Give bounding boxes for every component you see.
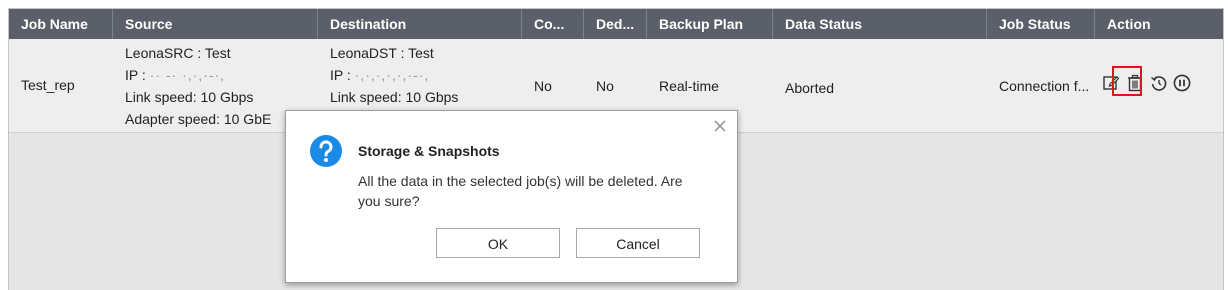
source-ip-value: ·· -· ·,·,·-·, — [149, 67, 226, 83]
cell-data-status: Aborted — [785, 80, 835, 96]
source-ip: IP : ·· -· ·,·,·-·, — [125, 64, 271, 86]
destination-ip-value: ·,·,·,·,·,·-·, — [354, 67, 430, 83]
dialog-message: All the data in the selected job(s) will… — [358, 173, 683, 209]
pause-icon[interactable] — [1173, 74, 1191, 92]
cell-destination: LeonaDST : Test IP : ·,·,·,·,·,·-·, Link… — [330, 42, 458, 108]
header-compression[interactable]: Co... — [522, 9, 584, 39]
cell-dedup: No — [596, 78, 614, 94]
source-name: LeonaSRC : Test — [125, 45, 231, 61]
cell-job-name: Test_rep — [21, 77, 75, 93]
ok-button[interactable]: OK — [436, 228, 560, 258]
source-adapter-speed: Adapter speed: 10 GbE — [125, 111, 272, 127]
cell-job-status: Connection f... — [999, 78, 1090, 94]
header-action: Action — [1107, 16, 1151, 32]
header-dedup[interactable]: Ded... — [584, 9, 647, 39]
header-data-status[interactable]: Data Status — [773, 9, 987, 39]
source-ip-label: IP : — [125, 67, 146, 83]
header-job-status[interactable]: Job Status — [987, 9, 1095, 39]
destination-link-speed: Link speed: 10 Gbps — [330, 89, 459, 105]
header-backup-plan[interactable]: Backup Plan — [647, 9, 773, 39]
table-header: Job Name Source Destination Co... Ded...… — [9, 9, 1223, 39]
close-icon[interactable] — [713, 119, 727, 133]
cell-compression: No — [534, 78, 552, 94]
header-source[interactable]: Source — [113, 9, 318, 39]
header-destination[interactable]: Destination — [318, 9, 522, 39]
cell-backup-plan: Real-time — [659, 78, 719, 94]
destination-name: LeonaDST : Test — [330, 45, 434, 61]
restore-icon[interactable] — [1150, 74, 1168, 92]
cell-source: LeonaSRC : Test IP : ·· -· ·,·,·-·, Link… — [125, 42, 271, 130]
destination-ip-label: IP : — [330, 67, 351, 83]
header-job-name[interactable]: Job Name — [9, 9, 113, 39]
destination-ip: IP : ·,·,·,·,·,·-·, — [330, 64, 458, 86]
delete-highlight-box — [1112, 66, 1142, 96]
question-icon — [310, 135, 342, 167]
cancel-button[interactable]: Cancel — [576, 228, 700, 258]
dialog-title: Storage & Snapshots — [358, 143, 500, 159]
source-link-speed: Link speed: 10 Gbps — [125, 89, 254, 105]
confirm-dialog: Storage & Snapshots All the data in the … — [285, 110, 738, 283]
